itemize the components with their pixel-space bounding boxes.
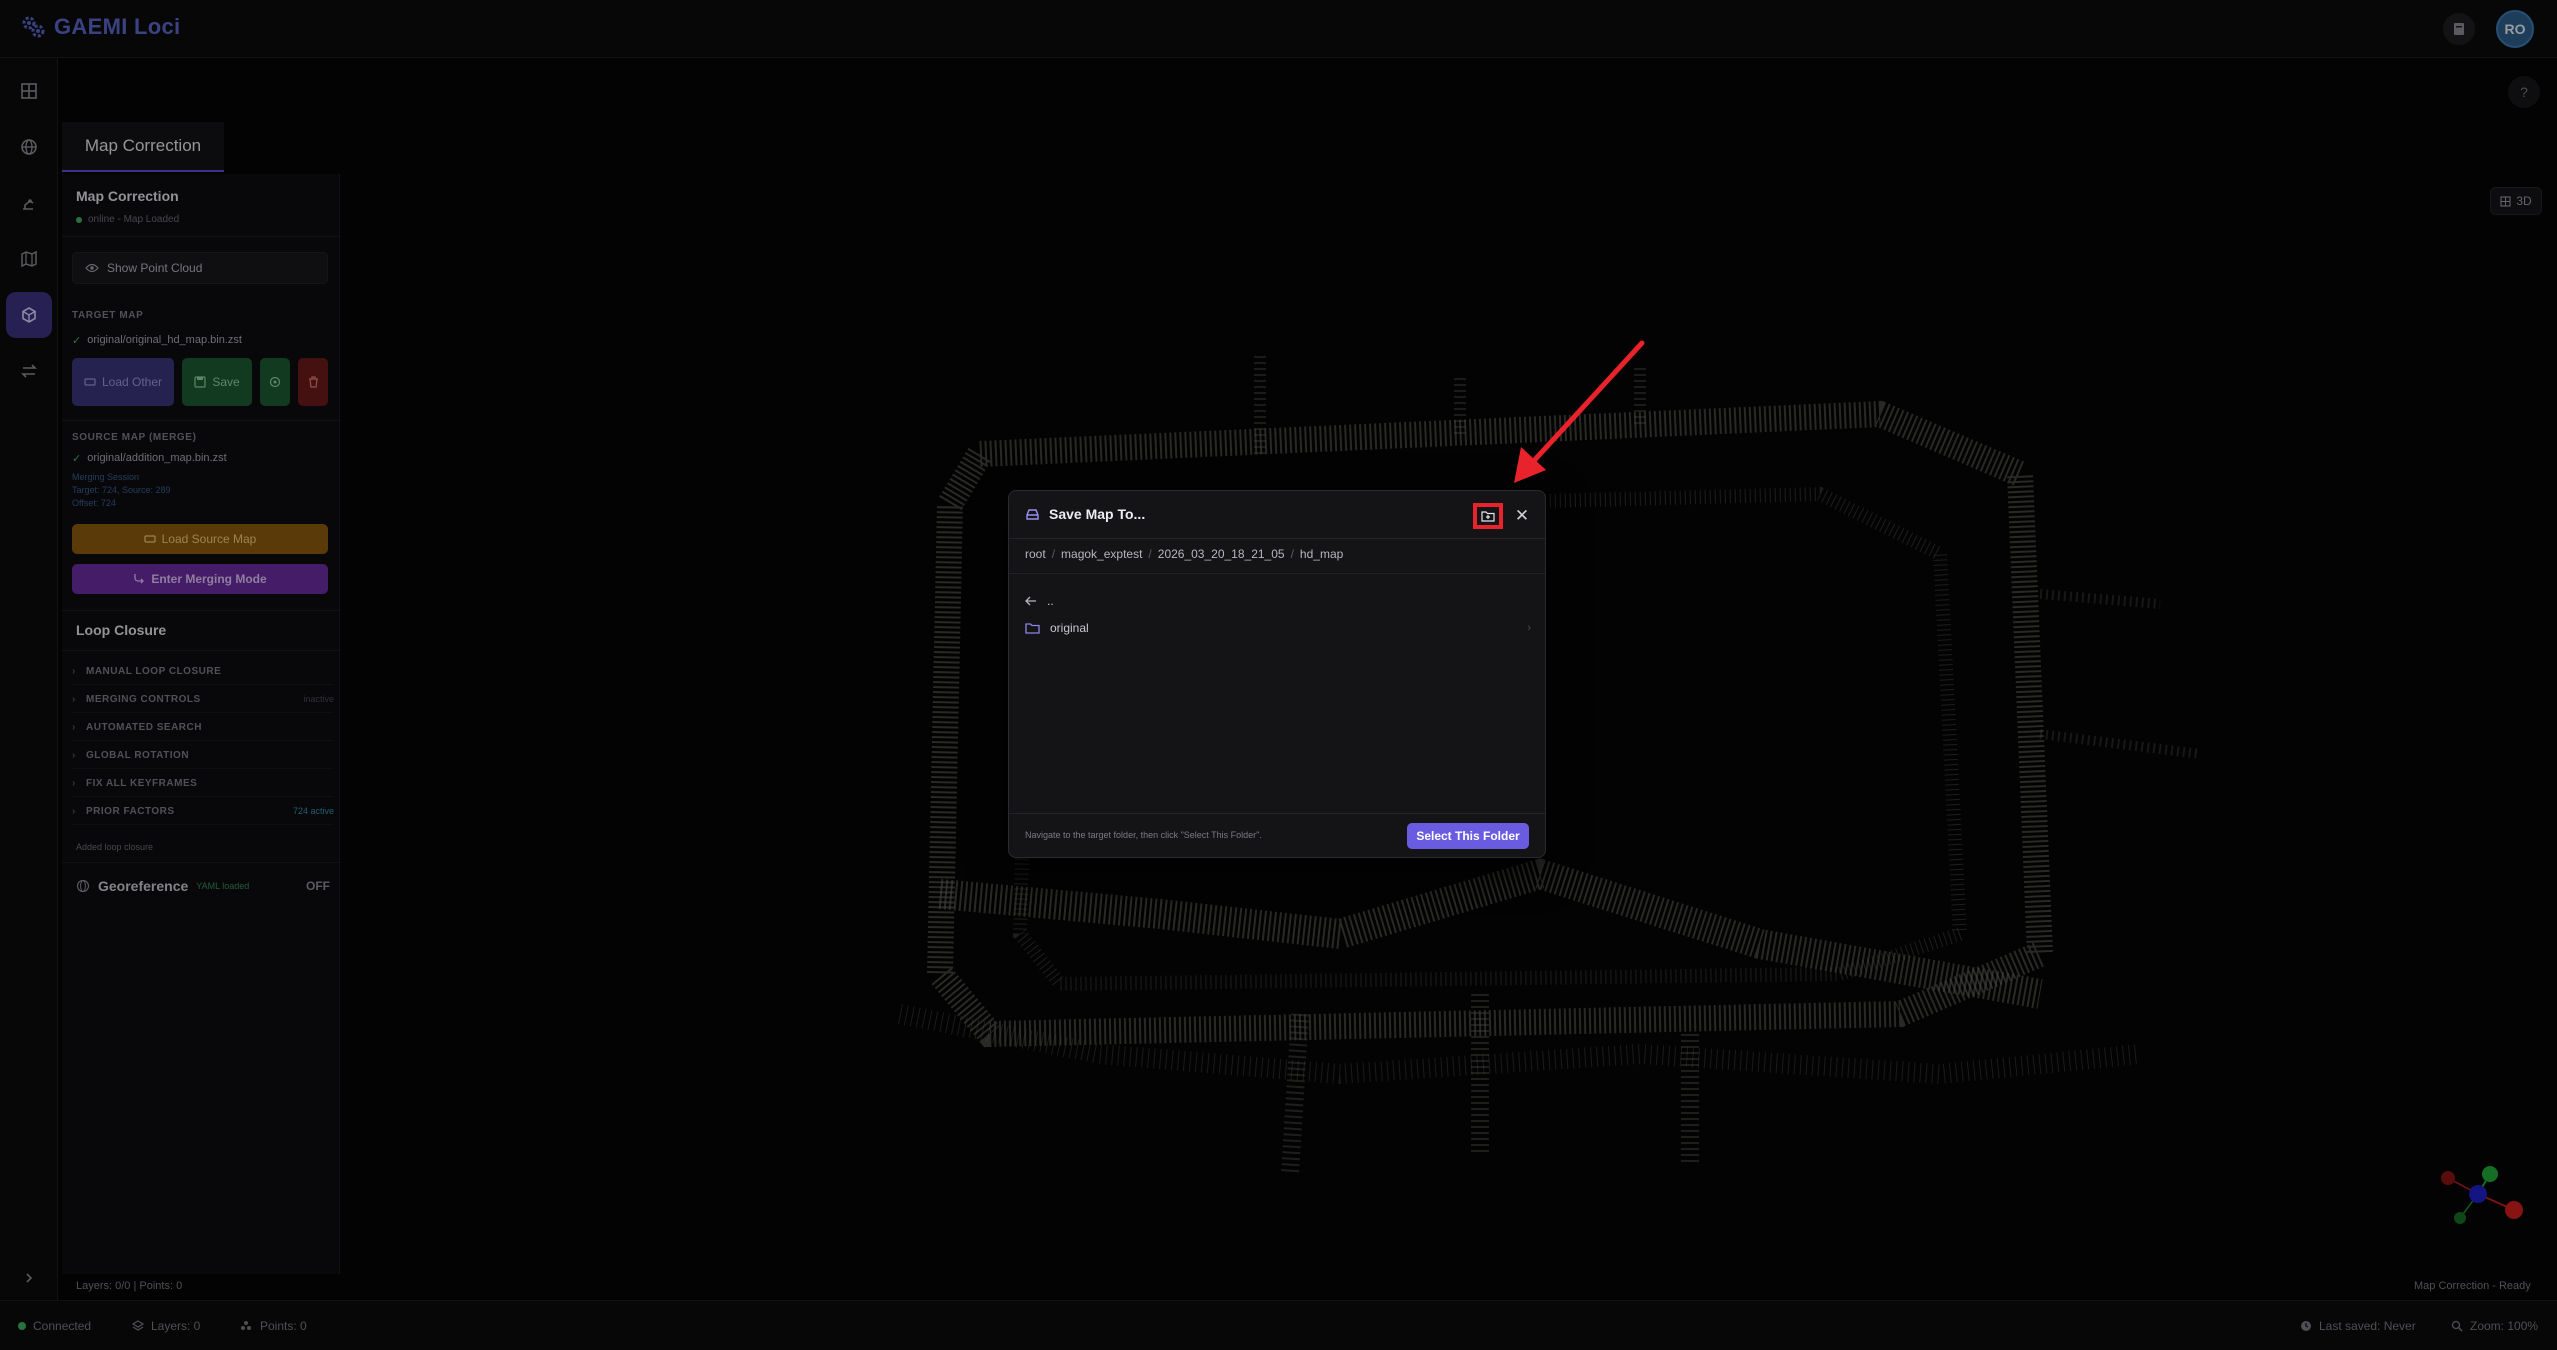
breadcrumb-separator: / [1051, 547, 1056, 561]
divider [1009, 573, 1545, 574]
dialog-footer: Navigate to the target folder, then clic… [1009, 813, 1545, 857]
folder-row-original[interactable]: original › [1025, 615, 1531, 641]
breadcrumb-magok-exptest[interactable]: magok_exptest [1061, 547, 1142, 561]
breadcrumb-hd-map[interactable]: hd_map [1300, 547, 1343, 561]
new-folder-button[interactable] [1473, 503, 1503, 529]
dialog-title: Save Map To... [1025, 506, 1145, 522]
breadcrumb-separator: / [1148, 547, 1152, 561]
parent-directory-label: .. [1047, 594, 1054, 608]
dialog-header: Save Map To... ✕ [1009, 491, 1545, 539]
breadcrumb-root[interactable]: root [1025, 547, 1046, 561]
chevron-right-icon: › [1527, 622, 1531, 634]
folder-icon [1025, 623, 1040, 634]
drive-icon [1026, 508, 1039, 520]
close-button[interactable]: ✕ [1511, 505, 1533, 527]
dialog-title-text: Save Map To... [1049, 506, 1146, 522]
save-map-dialog: Save Map To... ✕ root / magok_exptest / … [1008, 490, 1546, 858]
folder-plus-icon [1481, 511, 1495, 522]
parent-directory-row[interactable]: .. [1025, 588, 1531, 614]
arrow-left-icon [1025, 596, 1036, 606]
breadcrumb-session[interactable]: 2026_03_20_18_21_05 [1158, 547, 1285, 561]
close-icon: ✕ [1514, 506, 1530, 525]
select-this-folder-button[interactable]: Select This Folder [1407, 823, 1529, 849]
breadcrumb: root / magok_exptest / 2026_03_20_18_21_… [1025, 547, 1343, 561]
breadcrumb-separator: / [1290, 547, 1294, 561]
dialog-hint: Navigate to the target folder, then clic… [1025, 830, 1262, 840]
folder-name: original [1050, 621, 1089, 635]
